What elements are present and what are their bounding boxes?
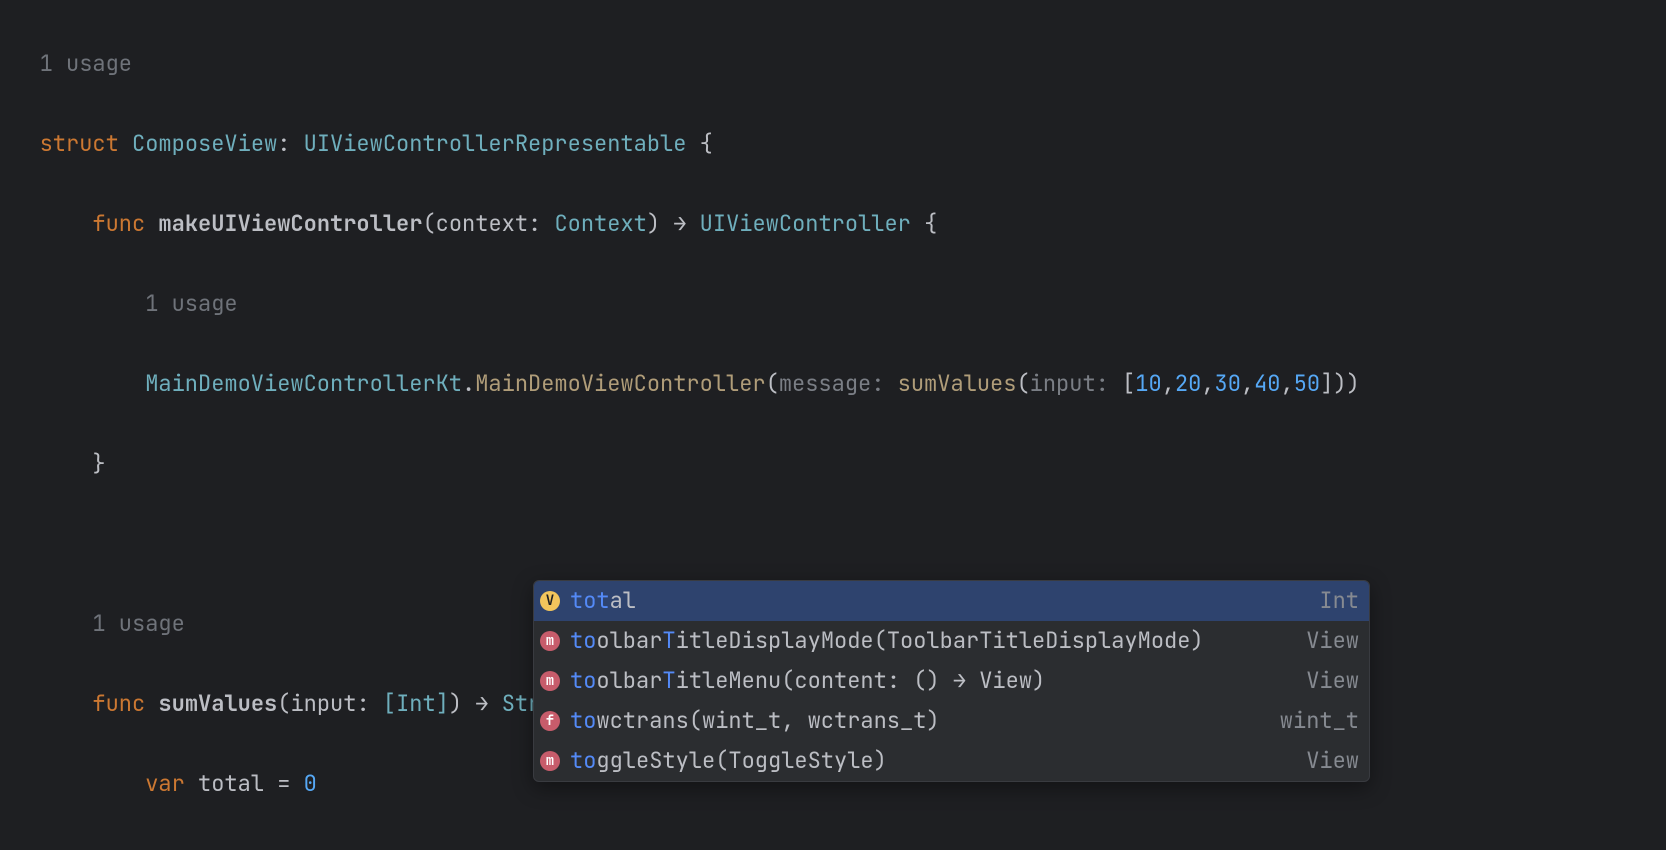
completion-label: toolbarTitleMenu(content: () → View) bbox=[570, 661, 1045, 701]
completion-type: View bbox=[1306, 741, 1359, 781]
completion-type: wint_t bbox=[1280, 701, 1359, 741]
method-icon: m bbox=[540, 671, 560, 691]
completion-item[interactable]: m toolbarTitleDisplayMode(ToolbarTitleDi… bbox=[534, 621, 1369, 661]
code-line[interactable]: for item in input { bbox=[0, 844, 1666, 850]
code-line[interactable]: struct ComposeView: UIViewControllerRepr… bbox=[0, 124, 1666, 164]
variable-icon: V bbox=[540, 591, 560, 611]
completion-item[interactable]: f towctrans(wint_t, wctrans_t) wint_t bbox=[534, 701, 1369, 741]
code-line[interactable]: } bbox=[0, 444, 1666, 484]
method-icon: m bbox=[540, 631, 560, 651]
completion-label: total bbox=[570, 581, 636, 621]
completion-label: towctrans(wint_t, wctrans_t) bbox=[570, 701, 940, 741]
completion-item[interactable]: m toolbarTitleMenu(content: () → View) V… bbox=[534, 661, 1369, 701]
code-line[interactable] bbox=[0, 524, 1666, 564]
code-line[interactable]: MainDemoViewControllerKt.MainDemoViewCon… bbox=[0, 364, 1666, 404]
completion-popup[interactable]: V total Int m toolbarTitleDisplayMode(To… bbox=[533, 580, 1370, 782]
completion-type: View bbox=[1306, 621, 1359, 661]
method-icon: m bbox=[540, 751, 560, 771]
completion-type: Int bbox=[1319, 581, 1359, 621]
code-line[interactable]: func makeUIViewController(context: Conte… bbox=[0, 204, 1666, 244]
completion-type: View bbox=[1306, 661, 1359, 701]
completion-item[interactable]: V total Int bbox=[534, 581, 1369, 621]
completion-label: toolbarTitleDisplayMode(ToolbarTitleDisp… bbox=[570, 621, 1204, 661]
function-icon: f bbox=[540, 711, 560, 731]
completion-item[interactable]: m toggleStyle(ToggleStyle) View bbox=[534, 741, 1369, 781]
inlay-usage: 1 usage bbox=[0, 44, 1666, 84]
completion-label: toggleStyle(ToggleStyle) bbox=[570, 741, 887, 781]
inlay-usage: 1 usage bbox=[0, 284, 1666, 324]
